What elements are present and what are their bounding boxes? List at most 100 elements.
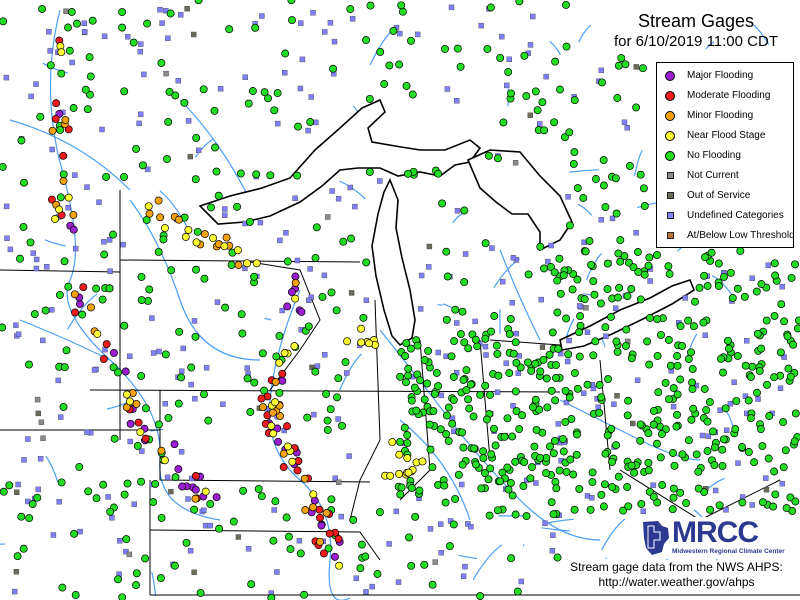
gage-no-flooding	[554, 344, 563, 353]
gage-square-marker	[763, 475, 769, 481]
gage-no-flooding	[689, 322, 698, 331]
gage-square-marker	[190, 31, 197, 38]
gage-no-flooding	[575, 484, 584, 493]
gage-no-flooding	[614, 293, 622, 302]
credit-line-2: http://water.weather.gov/ahps	[598, 575, 755, 589]
gage-square-marker	[11, 588, 18, 595]
gage-no-flooding	[672, 422, 681, 431]
gage-no-flooding	[791, 260, 799, 269]
gage-no-flooding	[464, 395, 473, 404]
gage-no-flooding	[600, 480, 609, 489]
gage-no-flooding	[341, 358, 350, 367]
gage-no-flooding	[670, 461, 679, 470]
gage-no-flooding	[233, 202, 242, 211]
gage-square-marker	[426, 264, 432, 270]
gage-no-flooding	[425, 420, 434, 429]
gage-square-marker	[245, 546, 252, 552]
map-title-block: Stream Gages for 6/10/2019 11:00 CDT	[614, 10, 778, 52]
gage-no-flooding	[88, 16, 97, 25]
gage-square-marker	[611, 401, 617, 407]
gage-no-flooding	[511, 510, 520, 519]
gage-near-flood-stage	[275, 358, 284, 367]
gage-no-flooding	[33, 493, 42, 502]
gage-minor-flooding	[301, 506, 310, 515]
gage-square-marker	[25, 436, 31, 442]
legend-label: Near Flood Stage	[687, 130, 766, 141]
gage-no-flooding	[694, 484, 703, 493]
gage-no-flooding	[64, 282, 73, 291]
gage-no-flooding	[470, 444, 479, 453]
gage-no-flooding	[702, 406, 711, 415]
gage-square-marker	[159, 20, 165, 26]
gage-no-flooding	[640, 202, 649, 210]
gage-no-flooding	[550, 118, 559, 127]
gage-no-flooding	[562, 42, 571, 51]
gage-no-flooding	[451, 305, 460, 314]
gage-no-flooding	[400, 423, 409, 432]
gage-moderate-flooding	[134, 418, 143, 427]
gage-no-flooding	[616, 236, 625, 245]
gage-square-marker	[33, 81, 39, 87]
gage-no-flooding	[551, 374, 560, 382]
gage-no-flooding	[404, 169, 412, 178]
gage-no-flooding	[154, 420, 163, 429]
gage-square-marker	[630, 420, 636, 427]
gage-no-flooding	[770, 259, 779, 268]
gage-no-flooding	[78, 310, 87, 319]
gage-major-flooding	[317, 521, 326, 530]
gage-no-flooding	[668, 505, 677, 514]
gage-no-flooding	[771, 490, 780, 499]
legend: Major Flooding Moderate Flooding Minor Flo…	[656, 62, 795, 248]
gage-no-flooding	[442, 430, 451, 439]
gage-square-marker	[576, 303, 583, 309]
gage-minor-flooding	[154, 196, 163, 205]
gage-no-flooding	[281, 49, 290, 58]
gage-square-marker	[395, 579, 402, 585]
gage-no-flooding	[540, 264, 548, 273]
gage-no-flooding	[573, 430, 581, 439]
gage-no-flooding	[493, 349, 502, 358]
gage-no-flooding	[250, 272, 258, 281]
gage-moderate-flooding	[51, 115, 60, 123]
gage-no-flooding	[159, 235, 168, 244]
gage-square-marker	[220, 401, 226, 407]
gage-no-flooding	[200, 390, 208, 399]
gage-square-marker	[310, 9, 316, 16]
gage-no-flooding	[507, 554, 516, 563]
gage-no-flooding	[703, 417, 712, 426]
gage-no-flooding	[207, 203, 215, 212]
gage-no-flooding	[458, 428, 467, 437]
gage-no-flooding	[753, 388, 761, 397]
gage-no-flooding	[526, 474, 535, 483]
gage-major-flooding	[330, 552, 339, 561]
gage-no-flooding	[120, 87, 129, 96]
gage-square-marker	[346, 453, 352, 459]
gage-square-marker	[222, 206, 228, 212]
gage-major-flooding	[110, 348, 118, 357]
gage-no-flooding	[612, 209, 621, 218]
gage-square-marker	[283, 230, 289, 236]
gage-no-flooding	[627, 354, 636, 363]
gage-no-flooding	[580, 295, 589, 304]
gage-minor-flooding	[157, 446, 166, 455]
gage-no-flooding	[744, 396, 753, 405]
gage-no-flooding	[566, 455, 575, 464]
gage-no-flooding	[46, 61, 55, 70]
gage-no-flooding	[482, 415, 491, 424]
gage-square-marker	[192, 396, 198, 402]
gage-no-flooding	[323, 426, 332, 434]
gage-no-flooding	[699, 318, 708, 327]
gage-no-flooding	[164, 413, 173, 422]
gage-no-flooding	[653, 251, 661, 260]
gage-no-flooding	[13, 552, 22, 561]
gage-no-flooding	[157, 513, 166, 522]
gage-square-marker	[779, 481, 785, 487]
gage-no-flooding	[347, 234, 356, 243]
gage-square-marker	[40, 337, 46, 344]
gage-square-marker	[294, 257, 301, 264]
gage-no-flooding	[682, 499, 691, 508]
legend-label: Out of Service	[687, 190, 751, 201]
gage-no-flooding	[405, 533, 413, 542]
gage-no-flooding	[396, 490, 405, 499]
gage-no-flooding	[523, 358, 532, 367]
